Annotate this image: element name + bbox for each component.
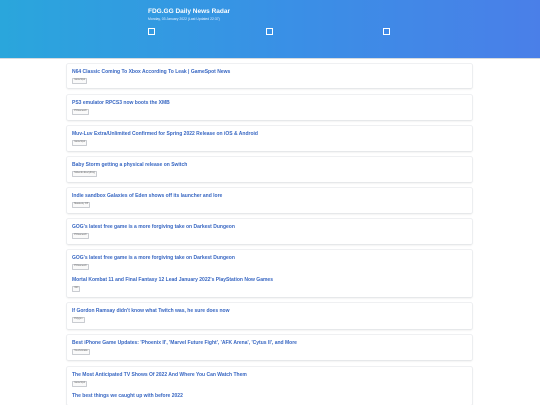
news-card: Best iPhone Game Updates: 'Phoenix II', … xyxy=(67,335,472,360)
source-badge: PCGamesN xyxy=(72,264,89,270)
news-title-link[interactable]: Best iPhone Game Updates: 'Phoenix II', … xyxy=(72,340,297,346)
source-badge: IGN xyxy=(72,286,81,292)
news-card-cluster: The Most Anticipated TV Shows Of 2022 An… xyxy=(67,367,472,405)
news-title-link[interactable]: Muv-Luv Extra/Unlimited Confirmed for Sp… xyxy=(72,131,258,137)
page-subtitle: Monday, 03 January 2022 (Last Updated 22… xyxy=(148,17,220,21)
news-card-cluster: GOG's latest free game is a more forgivi… xyxy=(67,250,472,297)
news-title-link[interactable]: The Most Anticipated TV Shows Of 2022 An… xyxy=(72,372,247,378)
news-card: Muv-Luv Extra/Unlimited Confirmed for Sp… xyxy=(67,126,472,151)
news-card: PS3 emulator RPCS3 now boots the XMB PCG… xyxy=(67,95,472,120)
news-title-link[interactable]: Baby Storm getting a physical release on… xyxy=(72,162,187,168)
news-title-link[interactable]: Mortal Kombat 11 and Final Fantasy 12 Le… xyxy=(72,277,273,283)
news-title-link[interactable]: Indie sandbox Galaxies of Eden shows off… xyxy=(72,193,222,199)
news-title-link[interactable]: The best things we caught up with before… xyxy=(72,393,183,399)
news-title-link[interactable]: GOG's latest free game is a more forgivi… xyxy=(72,224,235,230)
source-badge: GameSpot xyxy=(72,78,88,84)
page-title: FDG.GG Daily News Radar xyxy=(148,8,230,15)
news-card: N64 Classic Coming To Xbox According To … xyxy=(67,64,472,88)
source-badge: Massively OP xyxy=(72,202,91,208)
header-banner: FDG.GG Daily News Radar Monday, 03 Janua… xyxy=(0,0,540,59)
news-card: GOG's latest free game is a more forgivi… xyxy=(67,219,472,244)
source-badge: Polygon xyxy=(72,317,85,323)
news-card: Baby Storm getting a physical release on… xyxy=(67,157,472,182)
news-feed: N64 Classic Coming To Xbox According To … xyxy=(0,59,540,405)
news-title-link[interactable]: PS3 emulator RPCS3 now boots the XMB xyxy=(72,100,170,106)
filter-checkbox-2[interactable] xyxy=(266,28,273,35)
source-badge: PCGamesN xyxy=(72,233,89,239)
source-badge: PCGamesN xyxy=(72,109,89,115)
filter-checkbox-1[interactable] xyxy=(148,28,155,35)
source-badge: GameSpot xyxy=(72,140,88,146)
news-title-link[interactable]: N64 Classic Coming To Xbox According To … xyxy=(72,69,230,75)
source-badge: TouchArcade xyxy=(72,349,90,355)
news-card: If Gordon Ramsay didn't know what Twitch… xyxy=(67,303,472,329)
news-title-link[interactable]: If Gordon Ramsay didn't know what Twitch… xyxy=(72,308,230,314)
source-badge: GameSpot xyxy=(72,381,88,387)
source-badge: Nintendo Everything xyxy=(72,171,98,177)
news-card: Indie sandbox Galaxies of Eden shows off… xyxy=(67,188,472,213)
filter-checkbox-3[interactable] xyxy=(383,28,390,35)
news-title-link[interactable]: GOG's latest free game is a more forgivi… xyxy=(72,255,235,261)
